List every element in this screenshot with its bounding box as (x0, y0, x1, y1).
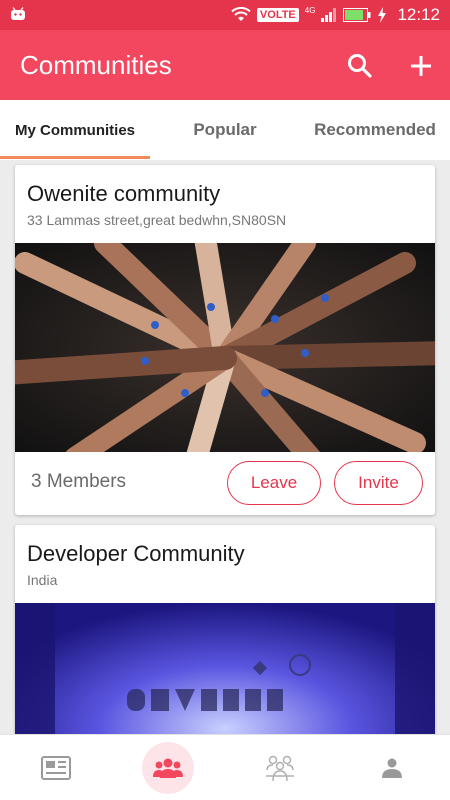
leave-button-label: Leave (250, 473, 298, 492)
bottom-nav (0, 734, 450, 800)
charging-icon (378, 7, 387, 23)
nav-news[interactable] (0, 735, 112, 800)
page-title: Communities (20, 50, 172, 80)
community-feed[interactable]: Owenite community 33 Lammas street,great… (0, 160, 450, 734)
search-icon[interactable] (346, 52, 374, 80)
community-name: Developer Community (27, 541, 245, 566)
devfest-stage-photo (15, 603, 435, 734)
android-icon (11, 7, 25, 20)
tab-recommended[interactable]: Recommended (300, 100, 450, 160)
community-name: Owenite community (27, 181, 221, 206)
community-address: 33 Lammas street,great bedwhn,SN80SN (27, 212, 287, 228)
profile-icon (382, 758, 402, 778)
battery-icon (343, 8, 371, 22)
nav-profile[interactable] (336, 735, 448, 800)
communities-icon (153, 758, 183, 778)
add-icon[interactable] (406, 51, 436, 81)
app-bar: Communities (0, 30, 450, 100)
clock: 12:12 (397, 5, 440, 24)
community-address: India (27, 572, 58, 588)
member-count: 3 Members (31, 471, 127, 492)
tab-popular[interactable]: Popular (150, 100, 300, 160)
community-card[interactable]: Owenite community 33 Lammas street,great… (15, 165, 435, 515)
tab-indicator (0, 156, 150, 159)
tab-my-communities[interactable]: My Communities (0, 100, 150, 160)
invite-button[interactable]: Invite (334, 461, 423, 505)
signal-icon (321, 8, 337, 22)
invite-button-label: Invite (358, 473, 399, 492)
volte-badge: VOLTE (256, 8, 299, 22)
leave-button[interactable]: Leave (227, 461, 321, 505)
tab-bar: My Communities Popular Recommended (0, 100, 450, 160)
nav-communities[interactable] (112, 735, 224, 800)
community-card[interactable]: Developer Community India (15, 525, 435, 734)
wifi-icon (231, 7, 251, 21)
events-icon (266, 755, 294, 782)
active-nav-indicator (142, 742, 194, 794)
tab-label: Recommended (314, 120, 436, 139)
tab-label: My Communities (14, 121, 135, 139)
status-bar: VOLTE 4G 12:12 (0, 0, 450, 30)
hands-stacked-photo (15, 243, 435, 452)
news-icon (41, 756, 71, 780)
nav-events[interactable] (224, 735, 336, 800)
tab-label: Popular (193, 120, 257, 139)
network-type: 4G (304, 6, 316, 15)
